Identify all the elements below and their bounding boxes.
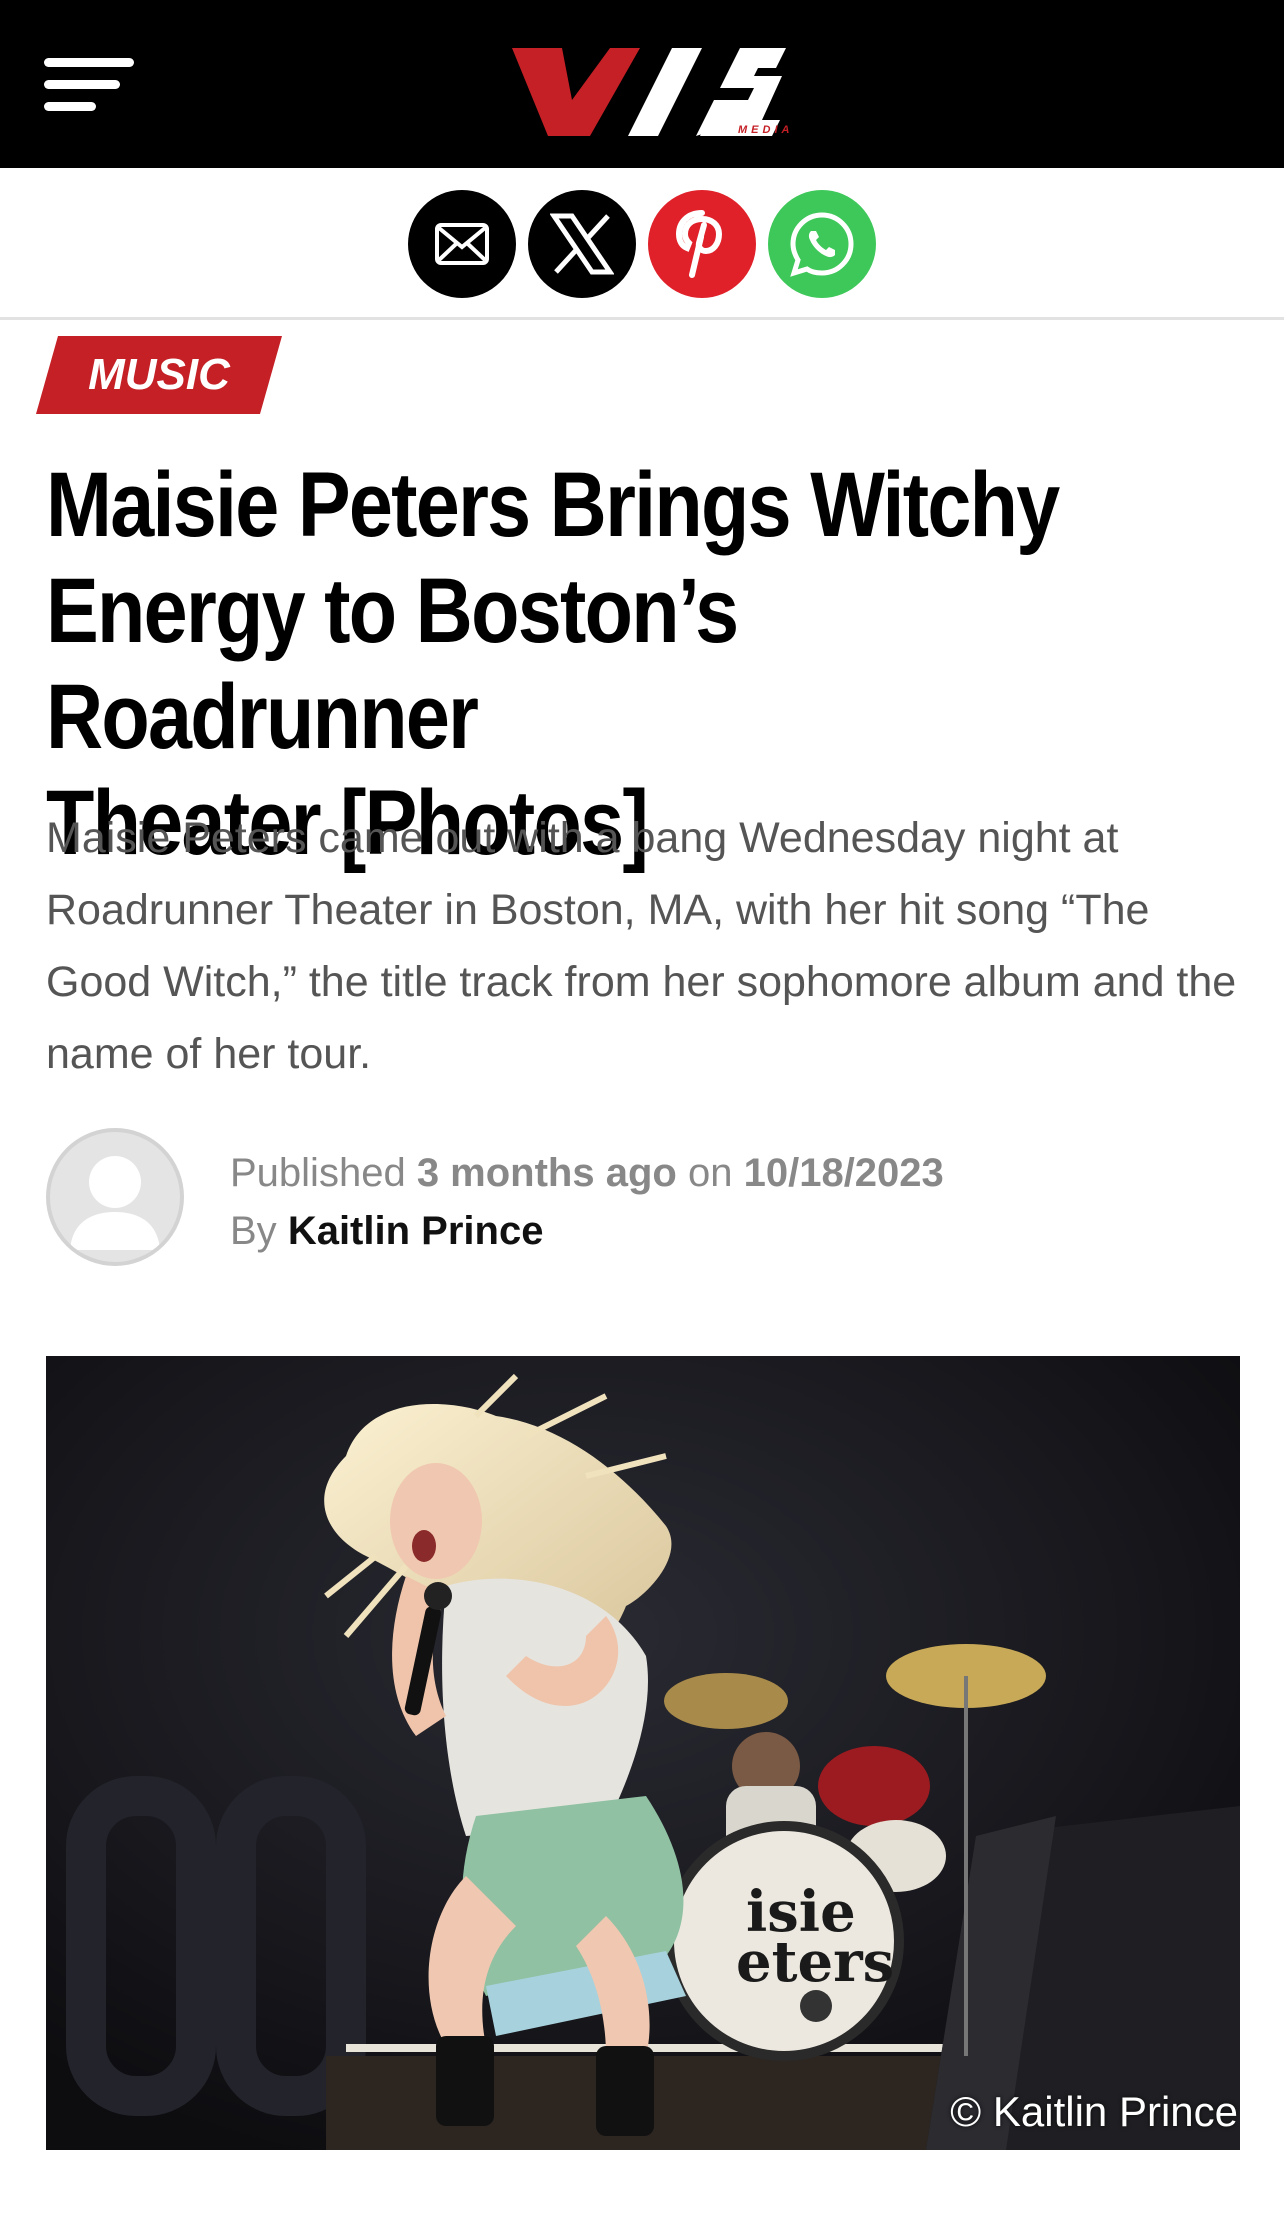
publish-date: 10/18/2023 [743,1151,944,1195]
title-line: Maisie Peters Brings Witchy [46,454,1060,556]
title-line: Energy to Boston’s Roadrunner [46,560,739,768]
published-label: Published [230,1151,406,1195]
photo-credit: © Kaitlin Prince [950,2088,1238,2135]
site-header: MEDIA [0,0,1284,168]
relative-time: 3 months ago [416,1151,677,1195]
logo-subtext: MEDIA [738,124,790,136]
email-share-button[interactable] [408,190,516,298]
site-logo[interactable]: MEDIA [500,40,790,140]
featured-image[interactable]: isie eters © Kaitlin Prince [46,1356,1240,2150]
hamburger-icon[interactable] [40,58,140,124]
x-share-button[interactable] [528,190,636,298]
author-avatar[interactable] [46,1128,184,1266]
category-tag[interactable]: MUSIC [36,336,282,414]
share-bar [0,168,1284,320]
user-silhouette-icon [70,1156,160,1250]
pinterest-share-button[interactable] [648,190,756,298]
pinterest-icon [675,210,723,278]
whatsapp-share-button[interactable] [768,190,876,298]
author-info: By Kaitlin Prince [230,1202,944,1260]
byline: Published 3 months ago on 10/18/2023 By … [46,1128,1246,1268]
author-link[interactable]: Kaitlin Prince [288,1209,544,1253]
concert-photo: isie eters [46,1356,1240,2150]
drum-text: eters [736,1929,894,1995]
publish-info: Published 3 months ago on 10/18/2023 [230,1144,944,1202]
article-meta: Published 3 months ago on 10/18/2023 By … [230,1144,944,1260]
on-label: on [687,1151,733,1195]
x-icon [550,213,614,275]
by-label: By [230,1209,277,1253]
whatsapp-icon [790,212,854,277]
email-icon [435,223,489,265]
article-excerpt: Maisie Peters came out with a bang Wedne… [46,814,1237,1078]
category-label: MUSIC [88,350,230,399]
